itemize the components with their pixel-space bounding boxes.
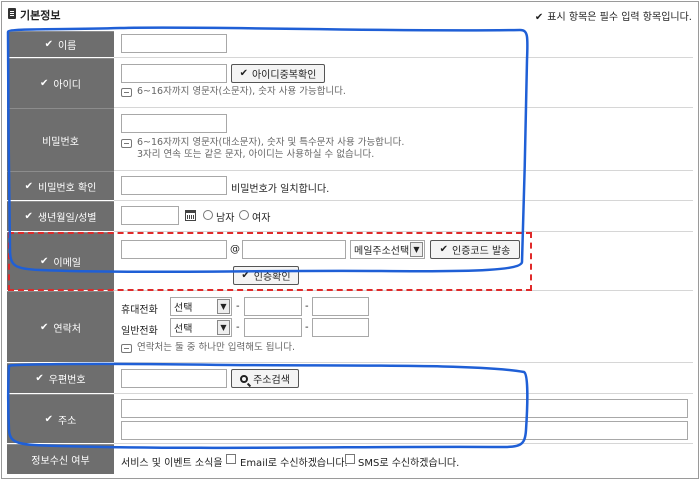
blue-annotation-overlay <box>6 26 529 450</box>
blue-outline-bottom <box>7 362 529 450</box>
blue-outline-top <box>6 26 529 274</box>
